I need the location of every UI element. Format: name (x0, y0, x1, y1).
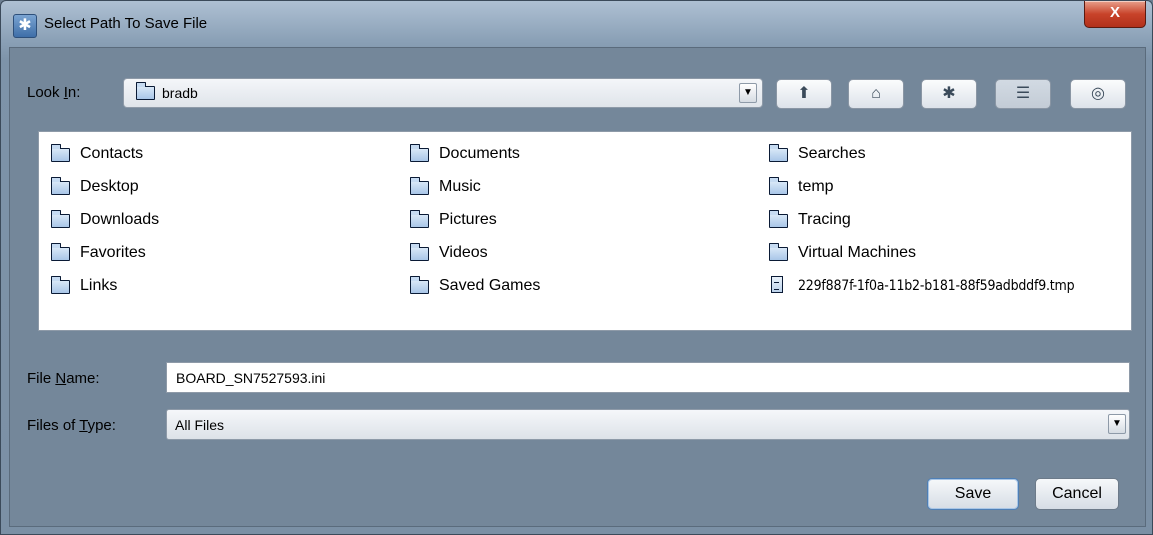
dropdown-arrow-icon[interactable]: ▼ (1108, 414, 1126, 434)
folder-icon (768, 177, 788, 195)
dialog-title: Select Path To Save File (44, 15, 208, 32)
look-in-label: Look In: (27, 84, 81, 101)
java-app-icon: ✱ (13, 14, 37, 38)
home-button[interactable]: ⌂ (848, 79, 904, 109)
folder-icon (135, 82, 155, 100)
folder-icon (768, 210, 788, 228)
list-view-icon: ☰ (1015, 85, 1031, 102)
file-type-combo[interactable]: All Files ▼ (166, 409, 1130, 440)
file-type-value: All Files (175, 417, 225, 433)
folder-icon (409, 144, 429, 162)
folder-icon (50, 243, 70, 261)
save-dialog: ✱ Select Path To Save File X Look In: br… (0, 0, 1153, 535)
look-in-combo[interactable]: bradb ▼ (123, 78, 763, 108)
dialog-content: Look In: bradb ▼ ⬆ ⌂ ✱ ☰ ◎ Contacts Desk… (9, 47, 1146, 527)
new-folder-icon: ✱ (942, 85, 956, 102)
look-in-value: bradb (162, 85, 198, 101)
close-button[interactable]: X (1084, 1, 1146, 28)
list-view-button[interactable]: ☰ (995, 79, 1051, 109)
save-button[interactable]: Save (927, 478, 1019, 510)
dropdown-arrow-icon[interactable]: ▼ (739, 83, 757, 103)
details-view-icon: ◎ (1091, 85, 1105, 102)
up-one-level-button[interactable]: ⬆ (776, 79, 832, 109)
file-type-label: Files of Type: (27, 417, 116, 434)
folder-icon (50, 177, 70, 195)
home-icon: ⌂ (871, 85, 881, 102)
folder-icon (409, 243, 429, 261)
file-icon (771, 276, 783, 293)
cancel-button[interactable]: Cancel (1035, 478, 1119, 510)
folder-icon (409, 276, 429, 294)
folder-icon (409, 210, 429, 228)
folder-icon (768, 144, 788, 162)
folder-icon (409, 177, 429, 195)
file-name-input[interactable]: BOARD_SN7527593.ini (166, 362, 1130, 393)
folder-icon (50, 210, 70, 228)
folder-up-icon: ⬆ (797, 85, 811, 102)
new-folder-button[interactable]: ✱ (921, 79, 977, 109)
folder-icon (50, 144, 70, 162)
folder-icon (768, 243, 788, 261)
file-name-label: File Name: (27, 370, 100, 387)
file-list[interactable]: Contacts Desktop Downloads Favorites Lin… (38, 131, 1132, 331)
title-bar[interactable]: ✱ Select Path To Save File X (1, 1, 1152, 47)
folder-icon (50, 276, 70, 294)
details-view-button[interactable]: ◎ (1070, 79, 1126, 109)
